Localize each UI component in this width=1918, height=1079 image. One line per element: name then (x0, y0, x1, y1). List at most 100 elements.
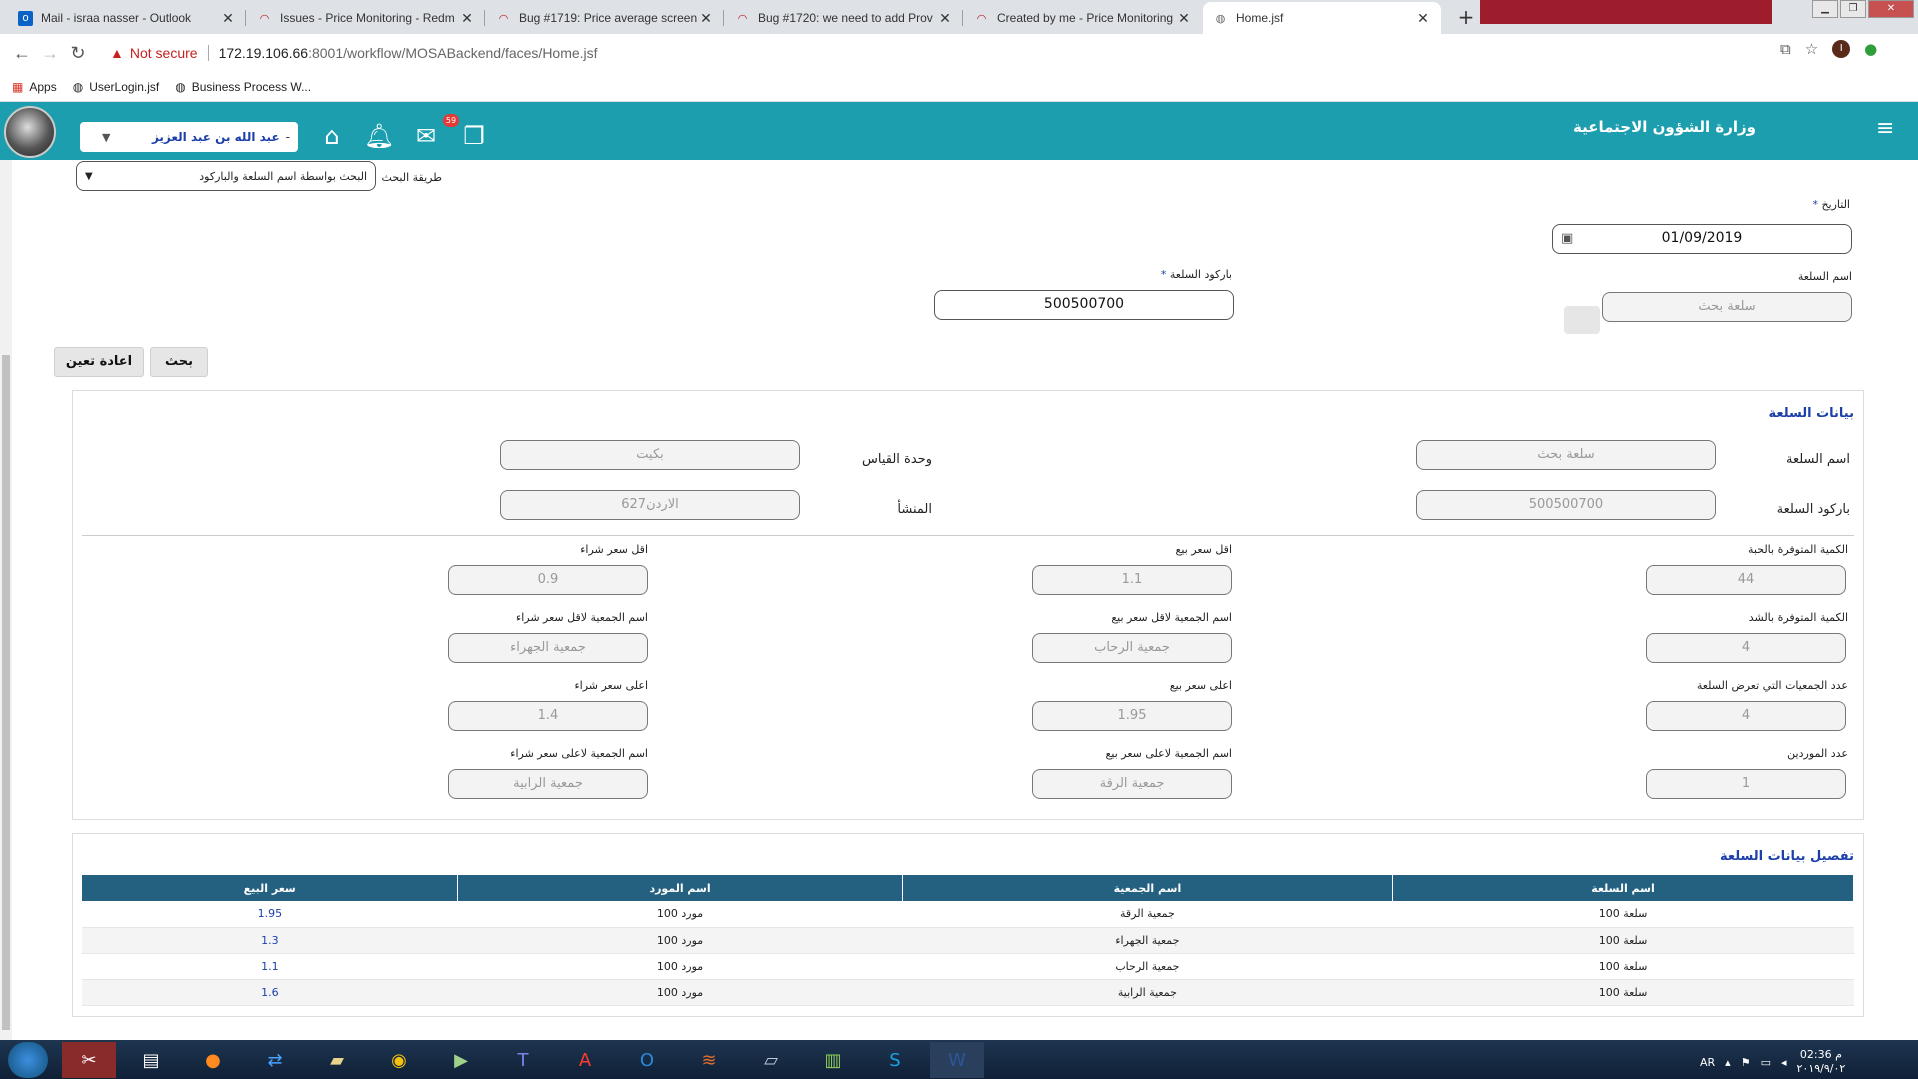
media-player-icon[interactable]: ▶ (434, 1042, 488, 1078)
skype-icon[interactable]: S (868, 1042, 922, 1078)
warning-icon: ▲ (110, 45, 124, 61)
stat-label: اسم الجمعية لاعلى سعر شراء (510, 747, 648, 760)
url-field[interactable]: ▲ Not secure 172.19.106.66:8001/workflow… (110, 39, 1810, 67)
word-icon[interactable]: W (930, 1042, 984, 1078)
lookup-button[interactable] (1564, 306, 1600, 334)
search-method-select[interactable]: ▼ البحث بواسطة اسم السلعة والباركود (76, 161, 376, 191)
outlook-icon[interactable]: O (620, 1042, 674, 1078)
url-path: :8001/workflow/MOSABackend/faces/Home.js… (308, 45, 598, 61)
clock[interactable]: 02:36 م ٢٠١٩/٩/٠٢ (1797, 1048, 1846, 1076)
translate-icon[interactable]: ⧉ (1780, 40, 1791, 58)
close-tab-icon[interactable]: ✕ (220, 10, 236, 27)
app-icon[interactable]: ≋ (682, 1042, 736, 1078)
star-icon[interactable]: ☆ (1805, 40, 1818, 58)
stat-field: 1.4 (448, 701, 648, 731)
language-indicator[interactable]: AR (1700, 1056, 1715, 1069)
tab-title: Bug #1719: Price average screen (519, 11, 698, 25)
reset-button[interactable]: اعادة تعين (54, 347, 144, 377)
bookmark-business-process[interactable]: ◍ Business Process W... (175, 80, 311, 94)
bookmark-userlogin[interactable]: ◍ UserLogin.jsf (73, 80, 160, 94)
teams-icon[interactable]: T (496, 1042, 550, 1078)
product-breakdown-title: تفصيل بيانات السلعة (1720, 849, 1854, 864)
network-icon[interactable]: ▭ (1761, 1056, 1771, 1069)
product-name-input[interactable]: سلعة بحث (1602, 292, 1852, 322)
browser-tab[interactable]: ◠ Created by me - Price Monitoring ✕ (964, 2, 1202, 34)
table-cell: سلعة 100 (1392, 979, 1854, 1006)
table-row[interactable]: 1.3 مورد 100 جمعية الجهراء سلعة 100 (82, 927, 1854, 954)
new-tab-button[interactable]: + (1454, 6, 1478, 30)
table-cell: مورد 100 (457, 953, 903, 980)
column-header[interactable]: اسم السلعة (1392, 875, 1854, 901)
close-tab-icon[interactable]: ✕ (698, 10, 714, 27)
clock-date: ٢٠١٩/٩/٠٢ (1796, 1062, 1846, 1075)
minimize-icon[interactable]: ▁ (1812, 0, 1838, 18)
avatar[interactable] (4, 106, 56, 158)
product-name-placeholder: سلعة بحث (1698, 299, 1756, 314)
detail-unit-field: بكيت (500, 440, 800, 470)
browser-tab[interactable]: ◠ Issues - Price Monitoring - Redm ✕ (247, 2, 485, 34)
detail-unit-label: وحدة القياس (862, 452, 932, 467)
reload-icon[interactable]: ↻ (64, 43, 92, 64)
documents-icon[interactable]: ❐ (458, 122, 490, 150)
barcode-input[interactable]: 500500700 (934, 290, 1234, 320)
column-header[interactable]: اسم المورد (457, 875, 903, 901)
stat-label: عدد الموردين (1787, 747, 1848, 760)
snipping-tool-icon[interactable]: ✂ (62, 1042, 116, 1078)
table-row[interactable]: 1.1 مورد 100 جمعية الرحاب سلعة 100 (82, 953, 1854, 980)
close-tab-icon[interactable]: ✕ (1415, 10, 1431, 27)
chart-app-icon[interactable]: ▥ (806, 1042, 860, 1078)
column-header[interactable]: سعر البيع (82, 875, 459, 901)
notepad-icon[interactable]: ▱ (744, 1042, 798, 1078)
forward-icon[interactable]: → (36, 43, 64, 64)
flag-icon[interactable]: ⚑ (1741, 1056, 1751, 1069)
stat-label: اعلى سعر شراء (574, 679, 648, 692)
browser-tab[interactable]: ◠ Bug #1719: Price average screen ✕ (486, 2, 724, 34)
bookmark-apps[interactable]: ▦ Apps (12, 80, 57, 94)
acrobat-icon[interactable]: A (558, 1042, 612, 1078)
stat-label: اسم الجمعية لاقل سعر شراء (516, 611, 648, 624)
chevron-up-icon[interactable]: ▴ (1725, 1056, 1731, 1069)
extension-icon[interactable]: ● (1864, 40, 1877, 58)
redmine-icon: ◠ (498, 12, 509, 25)
browser-tab-active[interactable]: ◍ Home.jsf ✕ (1203, 2, 1441, 34)
file-explorer-icon[interactable]: ▤ (124, 1042, 178, 1078)
detail-barcode-label: باركود السلعة (1776, 502, 1850, 517)
column-header[interactable]: اسم الجمعية (902, 875, 1394, 901)
chevron-down-icon: ▼ (102, 130, 111, 144)
bookmark-label: Apps (29, 79, 57, 94)
tab-title: Mail - israa nasser - Outlook (41, 11, 192, 25)
close-tab-icon[interactable]: ✕ (937, 10, 953, 27)
search-button[interactable]: بحث (150, 347, 208, 377)
date-input[interactable]: ▣ 01/09/2019 (1552, 224, 1852, 254)
tab-title: Bug #1720: we need to add Prov (758, 11, 933, 25)
chrome-icon[interactable]: ◉ (372, 1042, 426, 1078)
folder-icon[interactable]: ▰ (310, 1042, 364, 1078)
calendar-icon[interactable]: ▣ (1561, 225, 1573, 252)
start-button[interactable] (8, 1042, 48, 1078)
date-value: 01/09/2019 (1661, 230, 1743, 246)
close-tab-icon[interactable]: ✕ (1176, 10, 1192, 27)
user-dropdown[interactable]: ▼ عبد الله بن عبد العزيز - (80, 122, 298, 152)
back-icon[interactable]: ← (8, 43, 36, 64)
table-row[interactable]: 1.6 مورد 100 جمعية الرابية سلعة 100 (82, 979, 1854, 1006)
close-tab-icon[interactable]: ✕ (459, 10, 475, 27)
hamburger-menu-icon[interactable]: ≡ (1876, 118, 1902, 140)
table-row[interactable]: 1.95 مورد 100 جمعية الرقة سلعة 100 (82, 901, 1854, 928)
stat-label: اسم الجمعية لاقل سعر بيع (1111, 611, 1232, 624)
stat-label: اعلى سعر بيع (1169, 679, 1232, 692)
profile-avatar[interactable]: I (1832, 40, 1851, 58)
stat-field: جمعية الرابية (448, 769, 648, 799)
teamviewer-icon[interactable]: ⇄ (248, 1042, 302, 1078)
browser-tab[interactable]: ◠ Bug #1720: we need to add Prov ✕ (725, 2, 963, 34)
chat-icon[interactable]: ✉ (410, 122, 442, 150)
restore-icon[interactable]: ❐ (1840, 0, 1866, 18)
bell-icon[interactable]: 🔔︎ (363, 122, 395, 150)
scrollbar-thumb[interactable] (2, 355, 10, 1030)
close-window-icon[interactable]: ✕ (1868, 0, 1914, 18)
table-cell: جمعية الجهراء (902, 927, 1393, 954)
home-icon[interactable]: ⌂ (316, 122, 348, 150)
firefox-icon[interactable]: ● (186, 1042, 240, 1078)
browser-tab[interactable]: o Mail - israa nasser - Outlook ✕ (8, 2, 246, 34)
volume-icon[interactable]: ◂ (1781, 1056, 1787, 1069)
stat-label: اقل سعر بيع (1175, 543, 1232, 556)
